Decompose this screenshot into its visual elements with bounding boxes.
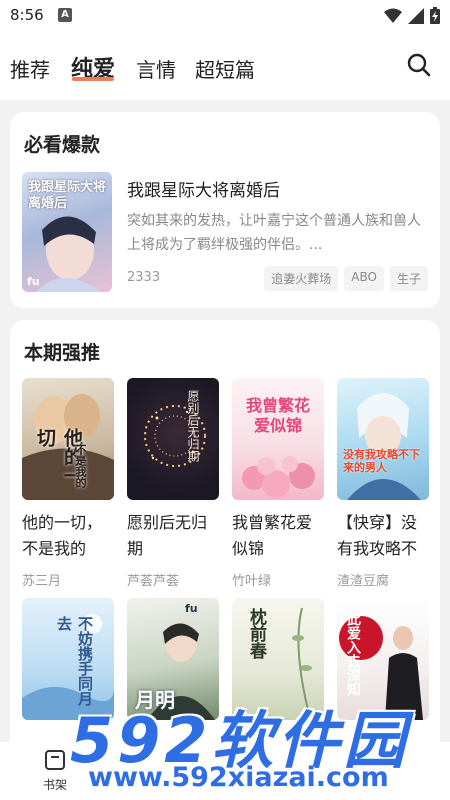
book-title[interactable]: 我曾繁花爱似锦 bbox=[232, 510, 324, 562]
featured-section: 必看爆款 我跟星际大将离婚后 fu 我跟星际大将离婚后 突如其来的发热，让叶嘉宁… bbox=[10, 112, 440, 308]
status-time: 8:56 bbox=[10, 6, 44, 24]
tag-list: 追妻火葬场 ABO 生子 bbox=[264, 266, 428, 291]
status-bar: 8:56 A bbox=[0, 0, 450, 32]
tag[interactable]: 生子 bbox=[389, 266, 428, 291]
book-title[interactable]: 【快穿】没有我攻略不下来的男人 bbox=[337, 510, 429, 562]
book-title[interactable]: 他的一切，不是我的 bbox=[22, 510, 114, 562]
tab-recommend[interactable]: 推荐 bbox=[10, 54, 50, 83]
cover-art bbox=[347, 393, 421, 500]
book-author: 渣渣豆腐 bbox=[337, 574, 390, 589]
cover-brand: fu bbox=[27, 275, 40, 288]
status-icons bbox=[384, 7, 440, 24]
book-cover[interactable]: 我曾繁花爱似锦 bbox=[232, 378, 324, 500]
book-author: 苏三月 bbox=[22, 574, 62, 589]
book-item[interactable]: 我曾繁花爱似锦 我曾繁花爱似锦 竹叶绿 bbox=[232, 378, 324, 589]
section-title: 本期强推 bbox=[24, 342, 101, 364]
read-count: 2333 bbox=[127, 270, 161, 285]
cover-title: 枕前春 bbox=[246, 608, 266, 659]
book-author: 竹叶绿 bbox=[232, 574, 272, 589]
cover-title: 我曾繁花爱似锦 bbox=[245, 396, 310, 435]
search-icon[interactable] bbox=[406, 52, 432, 78]
cover-art bbox=[144, 405, 206, 467]
wifi-icon bbox=[384, 8, 402, 23]
book-cover[interactable]: 他的一切 不是我的 bbox=[22, 378, 114, 500]
book-cover[interactable]: 没有我攻略不下来的男人 bbox=[337, 378, 429, 500]
cover-art bbox=[36, 216, 102, 292]
book-item[interactable]: 没有我攻略不下来的男人 【快穿】没有我攻略不下来的男人 渣渣豆腐 bbox=[337, 378, 429, 589]
tab-romance[interactable]: 言情 bbox=[136, 54, 176, 83]
book-item[interactable]: 他的一切 不是我的 他的一切，不是我的 苏三月 bbox=[22, 378, 114, 589]
tab-short-stories[interactable]: 超短篇 bbox=[195, 54, 255, 83]
cover-title: 没有我攻略不下来的男人 bbox=[343, 448, 420, 474]
book-cover[interactable]: 愿别后无归期 bbox=[127, 378, 219, 500]
tag[interactable]: 追妻火葬场 bbox=[264, 266, 339, 291]
watermark-url: www.592xiazai.com bbox=[88, 762, 389, 793]
book-item[interactable]: 愿别后无归期 愿别后无归期 芦荟芦荟 bbox=[127, 378, 219, 589]
book-cover[interactable]: 我跟星际大将离婚后 fu bbox=[22, 172, 112, 292]
cover-brand: fu bbox=[185, 602, 198, 615]
book-author: 芦荟芦荟 bbox=[127, 574, 180, 589]
watermark: 592软件园 www.592xiazai.com bbox=[62, 680, 450, 800]
notification-icon: A bbox=[58, 8, 72, 22]
cover-title: 愿别后无归期 bbox=[186, 390, 200, 462]
battery-icon bbox=[430, 7, 440, 24]
top-nav: 推荐 纯爱 言情 超短篇 bbox=[0, 32, 450, 100]
book-description: 突如其来的发热，让叶嘉宁这个普通人族和兽人上将成为了羁绊极强的伴侣。... bbox=[127, 213, 421, 253]
tag[interactable]: ABO bbox=[344, 266, 384, 291]
cover-subtitle: 不是我的 bbox=[74, 444, 87, 488]
signal-icon bbox=[408, 7, 424, 24]
book-title[interactable]: 我跟星际大将离婚后 bbox=[127, 176, 280, 201]
book-title[interactable]: 愿别后无归期 bbox=[127, 510, 219, 562]
section-title: 必看爆款 bbox=[24, 134, 101, 156]
active-tab-indicator bbox=[72, 77, 114, 81]
